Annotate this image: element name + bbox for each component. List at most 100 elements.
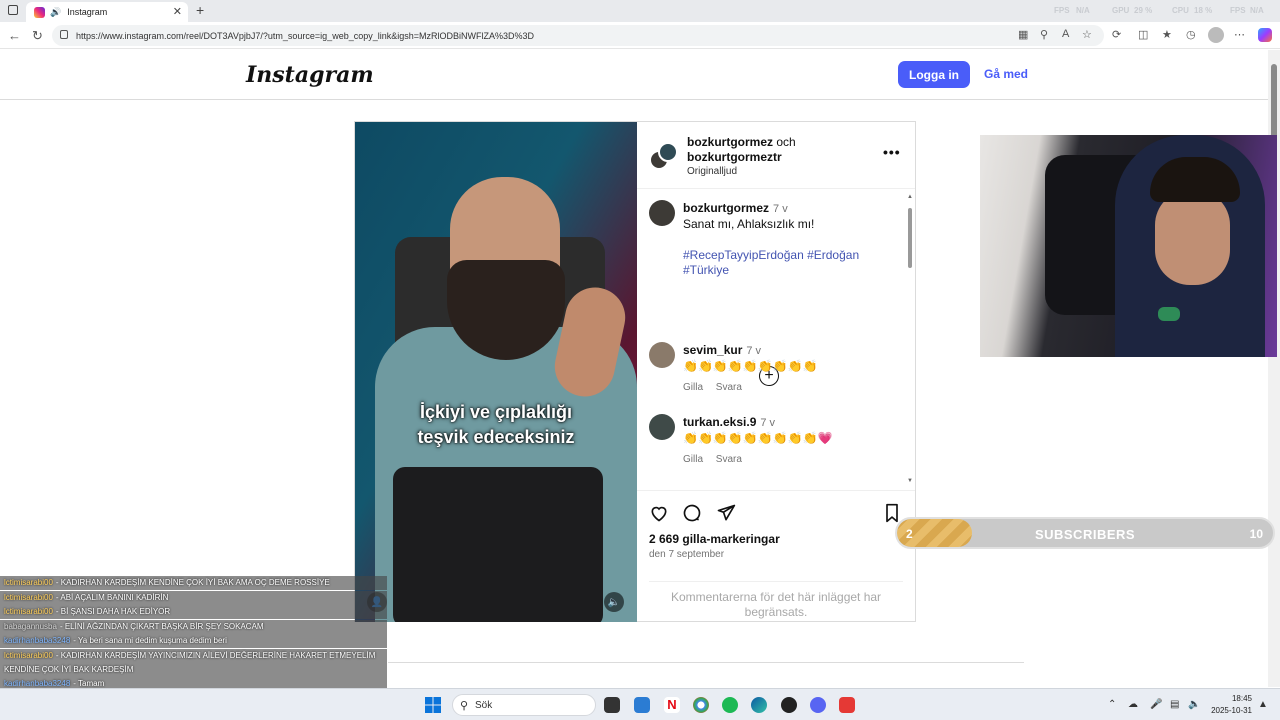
app-view-icon[interactable]: ▦	[1018, 28, 1028, 41]
comment-like-button[interactable]: Gilla	[683, 382, 703, 393]
youtube-icon[interactable]	[839, 697, 855, 713]
chat-message: kadirhanbaba3248- Ya beri sana mi dedim …	[0, 634, 387, 648]
url-field[interactable]: https://www.instagram.com/reel/DOT3AVpjb…	[52, 25, 1104, 46]
comment-reply-button[interactable]: Svara	[716, 454, 742, 465]
comment-like-button[interactable]: Gilla	[683, 454, 703, 465]
post-date[interactable]: den 7 september	[649, 549, 724, 560]
audio-link[interactable]: Originalljud	[687, 166, 737, 177]
comment-text: 👏👏👏👏👏👏👏👏👏	[683, 359, 818, 373]
comment-avatar[interactable]	[649, 414, 675, 440]
favorite-star-icon[interactable]: ☆	[1082, 28, 1092, 41]
network-icon[interactable]: ▤	[1170, 699, 1179, 710]
sound-toggle-icon[interactable]: 🔈	[604, 592, 624, 612]
address-bar-row: ← ↻ https://www.instagram.com/reel/DOT3A…	[0, 22, 1280, 49]
netflix-icon[interactable]: N	[664, 697, 680, 713]
profile-avatar[interactable]	[1208, 27, 1224, 43]
comments-limited-notice: Kommentarerna för det här inlägget har b…	[649, 581, 903, 620]
browser-tab-bar: 🔊 Instagram ✕ + FPS N/A GPU 29 % CPU 18 …	[0, 0, 1280, 22]
scroll-up-icon[interactable]: ▲	[907, 194, 913, 200]
refresh-icon[interactable]: ↻	[32, 28, 43, 44]
chat-username: kadirhanbaba3248	[4, 636, 71, 645]
chat-username: lctimisarabi00	[4, 592, 53, 602]
chat-text: Tamam	[78, 679, 105, 688]
scrollbar-thumb[interactable]	[1271, 64, 1277, 142]
caption-user[interactable]: bozkurtgormez 7 v	[683, 201, 788, 215]
taskbar-search[interactable]: ⚲ Sök	[452, 694, 596, 716]
split-screen-icon[interactable]: ◫	[1138, 28, 1148, 41]
share-send-icon[interactable]	[716, 503, 736, 523]
volume-icon[interactable]: 🔈	[1188, 699, 1200, 710]
task-view-icon[interactable]	[604, 697, 620, 713]
windows-start-icon[interactable]	[425, 697, 441, 713]
scroll-down-icon[interactable]: ▼	[907, 478, 913, 484]
comment-user[interactable]: turkan.eksi.9 7 v	[683, 415, 775, 429]
comment-actions: Gilla Svara	[683, 454, 752, 465]
browser-tab[interactable]: 🔊 Instagram ✕	[26, 2, 188, 22]
comment-username[interactable]: turkan.eksi.9	[683, 415, 756, 429]
edge-icon[interactable]	[751, 697, 767, 713]
login-button[interactable]: Logga in	[898, 61, 970, 88]
chrome-icon[interactable]	[693, 697, 709, 713]
sysmon-fps2-value: N/A	[1250, 6, 1264, 15]
tab-actions-icon[interactable]	[8, 5, 18, 15]
comments-scrollbar[interactable]: ▲ ▼	[907, 194, 913, 486]
reel-post: İçkiyi ve çıplaklığı teşvik edeceksiniz …	[354, 121, 916, 622]
obs-icon[interactable]	[781, 697, 797, 713]
back-icon[interactable]: ←	[8, 28, 21, 43]
author1-link[interactable]: bozkurtgormez	[687, 135, 773, 149]
footer-divider	[388, 662, 1024, 663]
video-caption-line1: İçkiyi ve çıplaklığı	[419, 402, 573, 422]
bookmark-save-icon[interactable]	[883, 503, 901, 523]
chat-text: ABİ AÇALIM BANINI KADİRİN	[60, 592, 169, 602]
comment-actions: Gilla Svara	[683, 382, 752, 393]
reel-video[interactable]: İçkiyi ve çıplaklığı teşvik edeceksiniz …	[355, 122, 637, 622]
chat-username: lctimisarabi00	[4, 607, 53, 616]
new-tab-icon[interactable]: +	[196, 2, 204, 18]
microphone-icon[interactable]: 🎤	[1150, 699, 1162, 710]
webcam-shirt-logo	[1158, 307, 1180, 321]
comment-username[interactable]: sevim_kur	[683, 343, 742, 357]
history-icon[interactable]: ◷	[1186, 28, 1196, 41]
caption-hashtags[interactable]: #RecepTayyipErdoğan #Erdoğan #Türkiye	[683, 248, 883, 278]
more-options-icon[interactable]: •••	[883, 144, 901, 160]
webcam-streamer-face	[1155, 190, 1230, 285]
tray-chevron-icon[interactable]: ⌃	[1108, 699, 1116, 710]
signup-link[interactable]: Gå med	[984, 67, 1028, 81]
chat-username: babagannusba	[4, 621, 57, 631]
menu-dots-icon[interactable]: ⋯	[1234, 28, 1245, 41]
file-explorer-icon[interactable]	[634, 697, 650, 713]
author-avatars[interactable]	[649, 142, 678, 170]
comments-scroll-thumb[interactable]	[908, 208, 912, 268]
caption-avatar[interactable]	[649, 200, 675, 226]
caption-age: 7 v	[773, 203, 788, 215]
extensions-icon[interactable]: ⟳	[1112, 28, 1121, 41]
spotify-icon[interactable]	[722, 697, 738, 713]
instagram-header: Instagram Logga in Gå med	[0, 50, 1268, 100]
discord-icon[interactable]	[810, 697, 826, 713]
comment-user[interactable]: sevim_kur 7 v	[683, 343, 761, 357]
caption-comment: bozkurtgormez 7 v Sanat mı, Ahlaksızlık m…	[649, 200, 899, 290]
sysmon-fps-value: N/A	[1076, 6, 1090, 15]
copilot-icon[interactable]	[1258, 28, 1272, 42]
comment-bubble-icon[interactable]	[682, 503, 702, 523]
post-actions: 2 669 gilla-markeringar den 7 september …	[637, 490, 915, 622]
close-tab-icon[interactable]: ✕	[173, 5, 182, 18]
zoom-icon[interactable]: ⚲	[1040, 28, 1048, 41]
caption-text: Sanat mı, Ahlaksızlık mı!	[683, 217, 815, 231]
author2-link[interactable]: bozkurtgormeztr	[687, 150, 782, 164]
like-heart-icon[interactable]	[649, 503, 669, 523]
likes-count[interactable]: 2 669 gilla-markeringar	[649, 532, 780, 546]
onedrive-icon[interactable]: ☁	[1128, 699, 1138, 710]
read-aloud-icon[interactable]: A	[1062, 28, 1069, 40]
caption-username[interactable]: bozkurtgormez	[683, 201, 769, 215]
notification-icon[interactable]: ▲	[1258, 699, 1268, 710]
speaker-icon[interactable]: 🔊	[50, 7, 61, 18]
sysmon-fps-label: FPS	[1054, 6, 1070, 15]
taskbar-clock[interactable]: 18:45 2025-10-31	[1208, 693, 1252, 717]
comment-reply-button[interactable]: Svara	[716, 382, 742, 393]
comment-avatar[interactable]	[649, 342, 675, 368]
favorites-icon[interactable]: ★	[1162, 28, 1172, 41]
comments-list: bozkurtgormez 7 v Sanat mı, Ahlaksızlık m…	[637, 190, 915, 488]
instagram-logo[interactable]: Instagram	[246, 62, 374, 88]
comment-item: sevim_kur 7 v 👏👏👏👏👏👏👏👏👏 Gilla Svara	[649, 342, 899, 402]
